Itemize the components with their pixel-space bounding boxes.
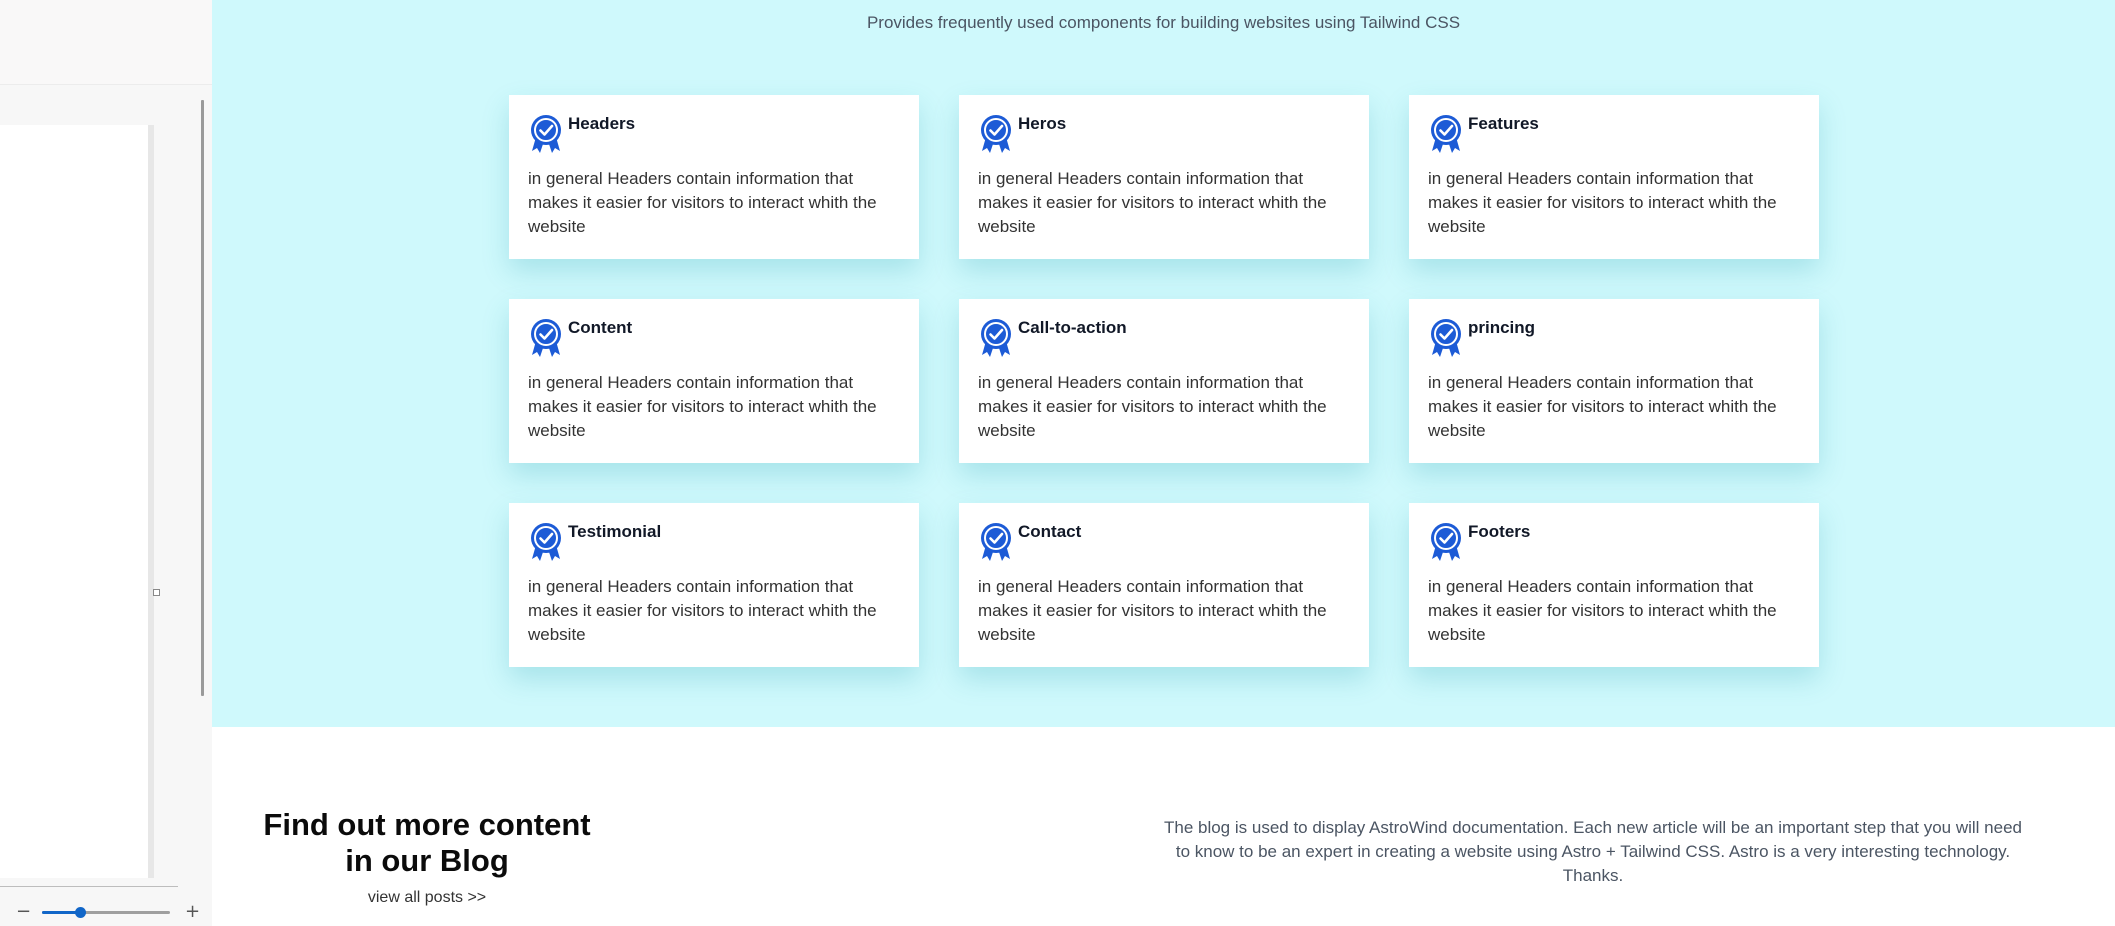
blog-description: The blog is used to display AstroWind do… [1163,818,2023,885]
feature-card-title: Headers [568,114,636,133]
award-check-icon [1429,521,1463,563]
award-check-icon [979,113,1013,155]
feature-card-title: Heros [1018,114,1067,133]
divider [0,886,178,887]
feature-card: Features in general Headers contain infor… [1409,95,1819,259]
editor-side-panel: − + [0,0,212,926]
feature-card-text: in general Headers contain information t… [528,169,877,236]
feature-card: Testimonial in general Headers contain in… [509,503,919,667]
award-check-icon [1429,317,1463,359]
feature-card: Call-to-action in general Headers contain… [959,299,1369,463]
preview-canvas[interactable] [0,125,154,878]
blog-heading: Find out more content in our Blog [263,807,591,878]
feature-card-title: Content [568,318,633,337]
award-check-icon [529,317,563,359]
features-section: Provides frequently used components for … [212,0,2115,727]
features-subtitle: Provides frequently used components for … [866,13,1461,32]
feature-card: Heros in general Headers contain informat… [959,95,1369,259]
award-check-icon [979,317,1013,359]
feature-card: princing in general Headers contain infor… [1409,299,1819,463]
feature-card: Headers in general Headers contain inform… [509,95,919,259]
feature-card: Contact in general Headers contain inform… [959,503,1369,667]
zoom-slider[interactable] [42,907,170,918]
blog-section: Find out more content in our Blog view a… [212,727,2115,926]
feature-card-text: in general Headers contain information t… [1428,169,1777,236]
feature-card-title: Testimonial [568,522,662,541]
resize-handle[interactable] [153,589,160,596]
website-preview: Provides frequently used components for … [212,0,2115,926]
feature-card-text: in general Headers contain information t… [978,373,1327,440]
feature-card-title: Contact [1018,522,1082,541]
view-all-posts-link[interactable]: view all posts >> [262,889,592,907]
zoom-slider-thumb[interactable] [75,907,87,918]
side-panel-header [0,0,212,85]
feature-card-text: in general Headers contain information t… [978,577,1327,644]
feature-card: Content in general Headers contain inform… [509,299,919,463]
feature-card-title: princing [1468,318,1536,337]
award-check-icon [529,113,563,155]
zoom-out-button[interactable]: − [16,898,31,926]
side-panel-scrollbar[interactable] [201,100,204,696]
feature-card-text: in general Headers contain information t… [978,169,1327,236]
award-check-icon [1429,113,1463,155]
zoom-in-button[interactable]: + [185,898,200,926]
award-check-icon [979,521,1013,563]
feature-card: Footers in general Headers contain inform… [1409,503,1819,667]
zoom-control: − + [0,898,212,926]
award-check-icon [529,521,563,563]
feature-card-title: Call-to-action [1018,318,1127,337]
feature-card-text: in general Headers contain information t… [528,577,877,644]
feature-card-title: Features [1468,114,1539,133]
feature-card-title: Footers [1468,522,1531,541]
feature-card-text: in general Headers contain information t… [1428,577,1777,644]
feature-card-text: in general Headers contain information t… [528,373,877,440]
feature-card-text: in general Headers contain information t… [1428,373,1777,440]
